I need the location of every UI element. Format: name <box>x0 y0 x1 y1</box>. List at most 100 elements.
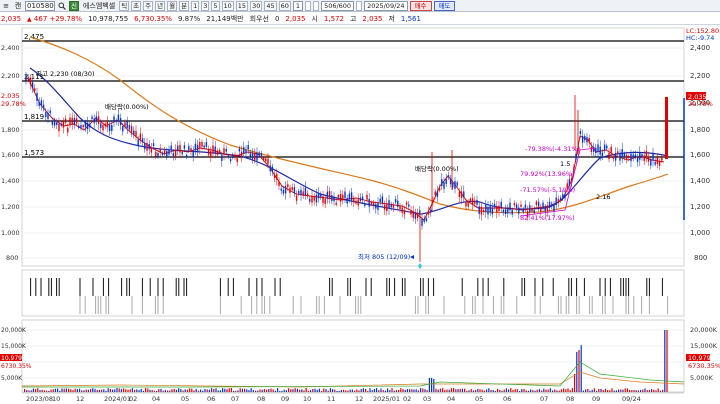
volume-bar <box>312 389 314 392</box>
candle-body <box>62 121 65 128</box>
candle-body <box>628 156 630 159</box>
candle-body <box>546 205 549 212</box>
candle-body <box>436 191 439 197</box>
candle-body <box>364 203 366 206</box>
candle-body <box>357 199 359 206</box>
volume-tag: 10,979K <box>688 354 716 362</box>
volume-bar <box>164 390 166 392</box>
volume-bar <box>296 388 298 392</box>
left-price-tag: 2,035 <box>1 92 20 100</box>
volume-bar <box>510 388 512 392</box>
volume-bar <box>200 389 202 392</box>
volume-bar <box>360 389 362 392</box>
candle-body <box>229 159 232 162</box>
volume-bar <box>180 389 182 392</box>
volume-bar <box>655 390 657 392</box>
candle-body <box>430 209 432 213</box>
volume-bar <box>277 388 279 392</box>
volume-bar <box>343 389 345 392</box>
volume-bar <box>285 390 287 392</box>
volume-bar <box>519 390 521 392</box>
volume-bar <box>257 390 259 392</box>
candle-body <box>434 191 436 195</box>
candle-body <box>458 191 461 197</box>
volume-bar <box>233 390 235 392</box>
volume-bar <box>87 389 89 392</box>
volume-bar <box>613 390 615 392</box>
candle-body <box>401 207 403 213</box>
axis-tick: 2,200 <box>1 72 20 80</box>
candle-body <box>522 208 524 213</box>
candle-body <box>245 149 247 154</box>
volume-bar <box>567 388 569 392</box>
volume-bar <box>270 388 272 392</box>
candle-body <box>78 125 80 128</box>
candle-body <box>476 199 478 205</box>
volume-bar <box>536 389 538 392</box>
volume-bar <box>127 389 129 392</box>
volume-bar <box>94 388 96 392</box>
left-pct-tag: 29.78% <box>1 100 26 108</box>
volume-bar <box>268 389 270 392</box>
volume-bar <box>492 390 494 392</box>
volume-bar <box>202 390 204 392</box>
volume-bar <box>578 350 580 392</box>
candle-body <box>190 148 192 153</box>
candle-body <box>443 182 445 189</box>
candle-body <box>381 196 384 203</box>
candle-body <box>489 206 491 213</box>
candle-body <box>355 200 357 204</box>
volume-bar <box>334 389 336 392</box>
volume-bar <box>666 330 668 392</box>
value-annotation-2: 2.16 <box>596 193 610 201</box>
volume-bar <box>224 388 226 392</box>
volume-bar <box>356 389 358 392</box>
candle-body <box>179 144 181 153</box>
candle-body <box>69 117 71 125</box>
volume-bar <box>35 389 37 392</box>
candle-body <box>621 149 623 158</box>
candle-body <box>58 123 60 132</box>
candle-body <box>106 120 109 128</box>
volume-bar <box>41 389 43 392</box>
candle-body <box>45 112 47 118</box>
volume-bar <box>321 390 323 392</box>
candle-body <box>111 125 113 131</box>
volume-bar <box>134 389 136 392</box>
candle-body <box>625 154 628 160</box>
volume-bar <box>464 388 466 392</box>
candle-body <box>557 199 560 203</box>
candle-body <box>454 181 456 189</box>
candle-body <box>273 174 276 179</box>
axis-tick: 20,000K <box>690 326 718 334</box>
x-axis-tick: 10 <box>303 395 311 403</box>
candle-body <box>309 198 311 202</box>
candle-body <box>388 200 390 209</box>
volume-bar <box>547 389 549 392</box>
candle-body <box>482 209 485 212</box>
volume-bar <box>642 389 644 392</box>
volume-bar <box>545 389 547 392</box>
candle-body <box>236 158 238 163</box>
volume-bar <box>219 390 221 392</box>
candle-body <box>271 166 274 172</box>
volume-bar <box>167 390 169 392</box>
volume-bar <box>294 388 296 392</box>
candle-body <box>60 123 62 126</box>
volume-bar <box>402 389 404 392</box>
axis-tick: 800 <box>6 254 18 262</box>
candle-body <box>562 194 564 198</box>
candle-body <box>410 210 412 215</box>
candle-body <box>117 114 120 121</box>
volume-bar <box>283 389 285 392</box>
axis-tick: 2,400 <box>1 44 20 52</box>
volume-bar <box>303 390 305 392</box>
x-axis-tick: 05 <box>475 395 483 403</box>
candle-body <box>227 155 230 158</box>
volume-bar <box>424 389 426 392</box>
volume-bar <box>252 390 254 392</box>
volume-bar <box>160 388 162 392</box>
x-axis-tick: 08 <box>566 395 574 403</box>
candle-body <box>474 200 476 204</box>
x-axis-tick: 10 <box>52 395 60 403</box>
